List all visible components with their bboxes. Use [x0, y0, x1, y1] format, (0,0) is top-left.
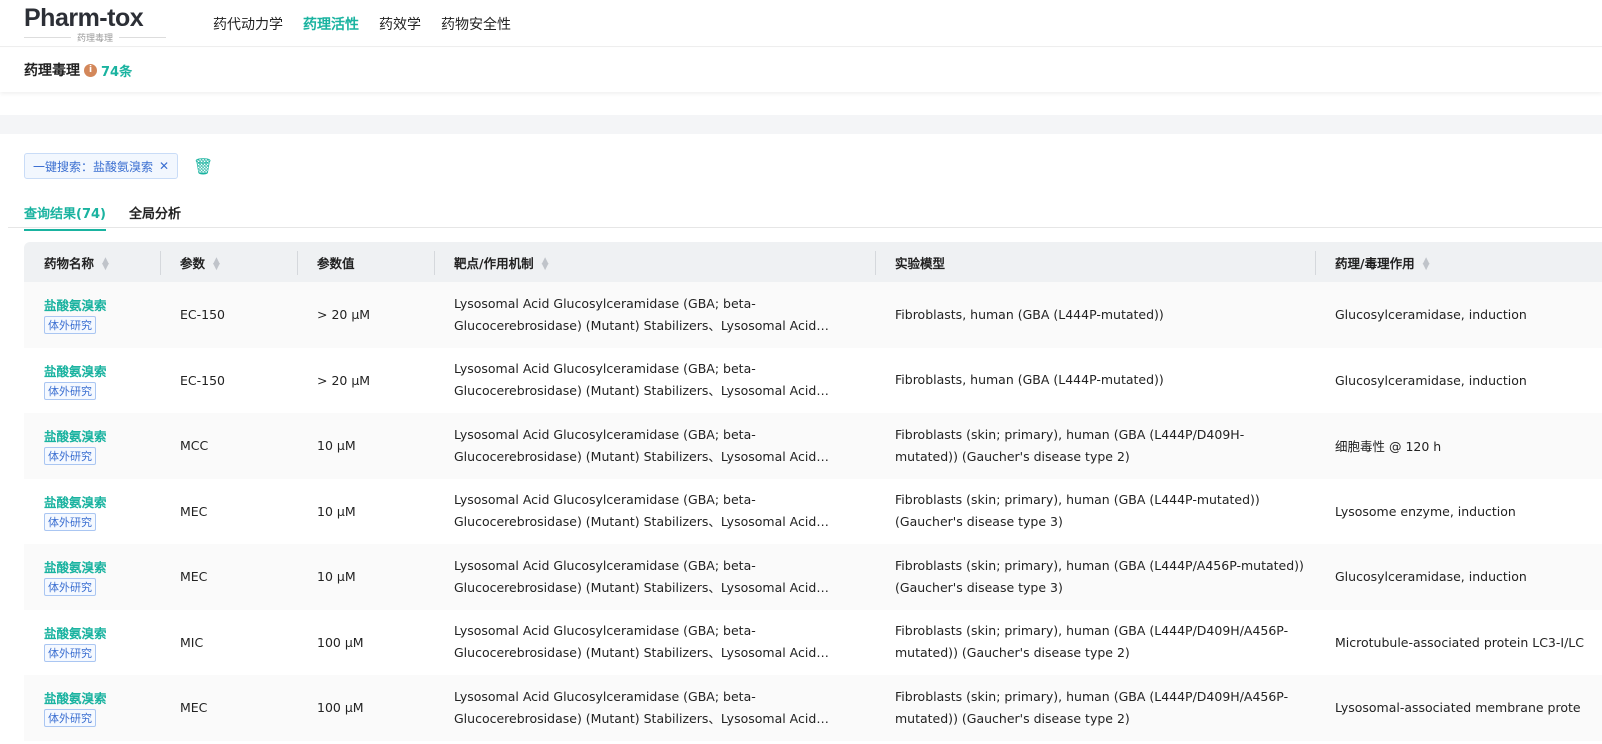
- model-cell: Fibroblasts (skin; primary), human (GBA …: [895, 492, 1260, 530]
- drug-name-link[interactable]: 盐酸氨溴索: [44, 688, 160, 707]
- study-type-badge: 体外研究: [44, 447, 96, 466]
- model-cell: Fibroblasts (skin; primary), human (GBA …: [895, 426, 1245, 464]
- param-value-cell: 10 µM: [317, 438, 356, 454]
- divider: [0, 115, 1602, 134]
- param-value-cell: 10 µM: [317, 503, 356, 519]
- table-row[interactable]: 盐酸氨溴索体外研究 MEC 100 µM Lysosomal Acid Gluc…: [24, 675, 1602, 741]
- filter-chip-label: 一键搜索：盐酸氨溴索: [33, 159, 154, 174]
- model-cell: Fibroblasts (skin; primary), human (GBA …: [895, 557, 1304, 595]
- table-row[interactable]: 盐酸氨溴索 体外研究 MIC 100 µM Lysosomal Acid Gluc…: [24, 610, 1602, 676]
- table-row[interactable]: 盐酸氨溴索体外研究 MEC 10 µM Lysosomal Acid Gluco…: [24, 544, 1602, 610]
- table-row[interactable]: 盐酸氨溴索 体外研究 MEC 10 µM Lysosomal Acid Gluco…: [24, 479, 1602, 545]
- page-title: 药理毒理: [24, 63, 80, 79]
- tab-query-results[interactable]: 查询结果(74): [24, 203, 106, 231]
- study-type-badge: 体外研究: [44, 512, 96, 531]
- study-type-badge: 体外研究: [44, 709, 96, 728]
- drug-name-link[interactable]: 盐酸氨溴索: [44, 623, 160, 642]
- info-icon[interactable]: i: [84, 63, 97, 77]
- drug-name-link[interactable]: 盐酸氨溴索: [44, 492, 160, 511]
- model-cell: Fibroblasts, human (GBA (L444P-mutated)): [895, 306, 1164, 322]
- model-cell: Fibroblasts, human (GBA (L444P-mutated)): [895, 372, 1164, 388]
- study-type-badge: 体外研究: [44, 643, 96, 662]
- sort-icon[interactable]: ▲ ▼: [213, 257, 220, 272]
- param-cell: EC-150: [180, 307, 225, 323]
- section-header: 药理毒理 i 74条: [0, 48, 1602, 92]
- results-table: 药物名称 ▲ ▼ 参数 ▲ ▼ 参数值 靶点/作用机制 ▲ ▼ 实验模型 药理/毒理作用 ▲ ▼…: [24, 242, 1602, 741]
- result-count: 74条: [101, 64, 133, 80]
- param-cell: MIC: [180, 634, 204, 650]
- effect-cell: Lysosomal-associated membrane prote: [1335, 700, 1581, 716]
- table-body: 盐酸氨溴索 体外研究 EC-150 > 20 µM Lysosomal Acid …: [24, 282, 1602, 741]
- nav-pharmacodynamics[interactable]: 药效学: [379, 14, 421, 34]
- table-row[interactable]: 盐酸氨溴索 体外研究 EC-150 > 20 µM Lysosomal Acid …: [24, 348, 1602, 414]
- nav-pharmacokinetics[interactable]: 药代动力学: [213, 14, 283, 34]
- main-nav: 药代动力学 药理活性 药效学 药物安全性: [213, 14, 511, 34]
- effect-cell: Glucosylceramidase, induction: [1335, 372, 1527, 388]
- table-row[interactable]: 盐酸氨溴索体外研究 EC-150 > 20 µM Lysosomal Acid …: [24, 282, 1602, 348]
- param-cell: MEC: [180, 503, 208, 519]
- param-value-cell: 100 µM: [317, 700, 364, 716]
- drug-name-link[interactable]: 盐酸氨溴索: [44, 295, 160, 314]
- model-cell: Fibroblasts (skin; primary), human (GBA …: [895, 623, 1289, 661]
- target-cell: Lysosomal Acid Glucosylceramidase (GBA; …: [454, 426, 817, 464]
- param-cell: EC-150: [180, 372, 225, 388]
- target-cell: Lysosomal Acid Glucosylceramidase (GBA; …: [454, 557, 817, 595]
- tabs: 查询结果(74) 全局分析: [8, 200, 1602, 231]
- target-cell: Lysosomal Acid Glucosylceramidase (GBA; …: [454, 688, 817, 726]
- col-param-value: 参数值: [297, 250, 434, 275]
- model-cell: Fibroblasts (skin; primary), human (GBA …: [895, 688, 1289, 726]
- table-header: 药物名称 ▲ ▼ 参数 ▲ ▼ 参数值 靶点/作用机制 ▲ ▼ 实验模型 药理/毒理作用 ▲ ▼: [24, 242, 1602, 282]
- param-cell: MCC: [180, 438, 209, 454]
- nav-pharmacological-activity[interactable]: 药理活性: [303, 14, 359, 34]
- effect-cell: Glucosylceramidase, induction: [1335, 307, 1527, 323]
- study-type-badge: 体外研究: [44, 578, 96, 597]
- effect-cell: Glucosylceramidase, induction: [1335, 569, 1527, 585]
- sort-icon[interactable]: ▲ ▼: [102, 257, 109, 272]
- col-model: 实验模型: [875, 250, 1315, 275]
- study-type-badge: 体外研究: [44, 316, 96, 335]
- col-effect[interactable]: 药理/毒理作用 ▲ ▼: [1315, 250, 1602, 275]
- nav-drug-safety[interactable]: 药物安全性: [441, 14, 511, 34]
- col-target[interactable]: 靶点/作用机制 ▲ ▼: [434, 250, 875, 275]
- param-value-cell: > 20 µM: [317, 372, 371, 388]
- param-cell: MEC: [180, 700, 208, 716]
- filter-chip: 一键搜索：盐酸氨溴索 ✕: [24, 153, 179, 179]
- param-value-cell: > 20 µM: [317, 307, 371, 323]
- col-param[interactable]: 参数 ▲ ▼: [160, 250, 297, 275]
- sort-icon[interactable]: ▲ ▼: [542, 257, 549, 272]
- tab-global-analysis[interactable]: 全局分析: [129, 203, 181, 222]
- param-value-cell: 10 µM: [317, 569, 356, 585]
- col-drug-name[interactable]: 药物名称 ▲ ▼: [24, 253, 160, 272]
- param-cell: MEC: [180, 569, 208, 585]
- target-cell: Lysosomal Acid Glucosylceramidase (GBA; …: [454, 361, 817, 399]
- drug-name-link[interactable]: 盐酸氨溴索: [44, 557, 160, 576]
- effect-cell: Microtubule-associated protein LC3-I/LC: [1335, 634, 1584, 650]
- study-type-badge: 体外研究: [44, 381, 96, 400]
- table-row[interactable]: 盐酸氨溴索体外研究 MCC 10 µM Lysosomal Acid Gluco…: [24, 413, 1602, 479]
- logo[interactable]: Pharm-tox 药理毒理: [24, 4, 167, 44]
- param-value-cell: 100 µM: [317, 634, 364, 650]
- drug-name-link[interactable]: 盐酸氨溴索: [44, 426, 160, 445]
- target-cell: Lysosomal Acid Glucosylceramidase (GBA; …: [454, 295, 817, 333]
- effect-cell: 细胞毒性 @ 120 h: [1335, 439, 1442, 455]
- trash-icon[interactable]: 🗑: [193, 157, 213, 176]
- target-cell: Lysosomal Acid Glucosylceramidase (GBA; …: [454, 623, 817, 661]
- effect-cell: Lysosome enzyme, induction: [1335, 503, 1516, 519]
- target-cell: Lysosomal Acid Glucosylceramidase (GBA; …: [454, 492, 817, 530]
- close-icon[interactable]: ✕: [159, 159, 169, 173]
- sort-icon[interactable]: ▲ ▼: [1423, 257, 1430, 272]
- drug-name-link[interactable]: 盐酸氨溴索: [44, 361, 160, 380]
- top-nav-bar: Pharm-tox 药理毒理 药代动力学 药理活性 药效学 药物安全性: [0, 0, 1602, 47]
